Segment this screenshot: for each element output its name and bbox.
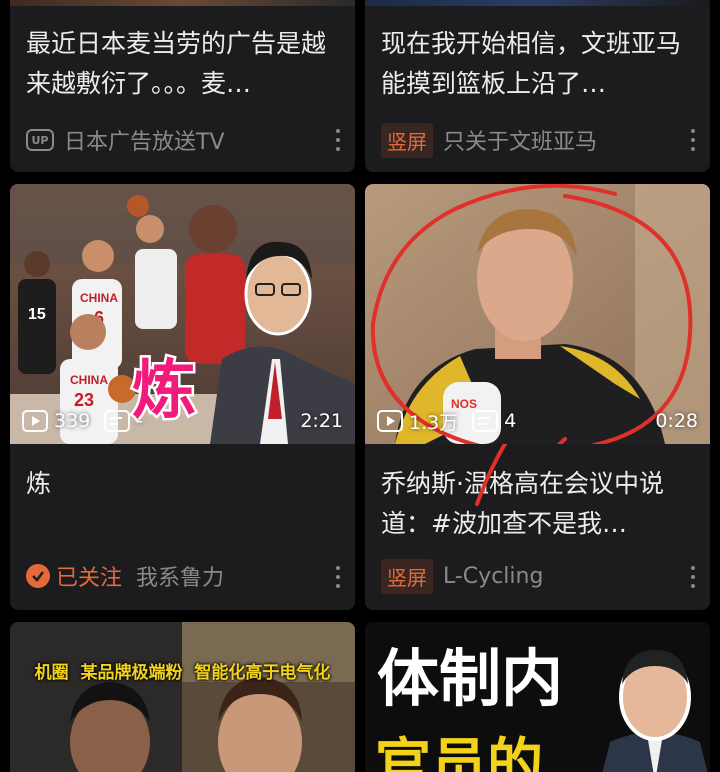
jersey-team: CHINA xyxy=(70,373,108,387)
official-portrait-image xyxy=(602,650,708,772)
basketball-scene-image: 15 CHINA 6 CHINA 23 xyxy=(10,184,355,444)
video-duration: 2:21 xyxy=(300,410,343,432)
author-name[interactable]: 只关于文班亚马 xyxy=(443,124,597,156)
thumbnail-headline: 体制内 xyxy=(377,642,564,715)
video-thumbnail[interactable]: NOS 1.3万 4 0:28 xyxy=(365,184,710,444)
up-badge: UP xyxy=(26,129,54,151)
danmaku-icon xyxy=(104,410,131,432)
video-stats-bar: 339 - 2:21 xyxy=(22,408,343,434)
annotation-tail-overlay xyxy=(475,444,507,506)
video-title[interactable]: 炼 xyxy=(26,464,339,504)
jersey-number: 15 xyxy=(28,306,46,323)
video-thumbnail[interactable] xyxy=(10,0,355,6)
view-count: 1.3万 xyxy=(409,411,459,434)
more-options-icon[interactable] xyxy=(335,129,341,151)
video-card-3[interactable]: 15 CHINA 6 CHINA 23 xyxy=(10,184,355,610)
video-card-1[interactable]: 最近日本麦当劳的广告是越来越敷衍了。。。麦… UP 日本广告放送TV xyxy=(10,0,355,172)
danmaku-icon xyxy=(472,410,499,432)
video-thumbnail[interactable]: 体制内 官员的 xyxy=(365,622,710,772)
author-name[interactable]: 日本广告放送TV xyxy=(64,124,225,156)
video-meta: 竖屏 只关于文班亚马 xyxy=(381,122,702,158)
more-options-icon[interactable] xyxy=(335,566,341,588)
video-meta: UP 日本广告放送TV xyxy=(26,123,347,157)
more-options-icon[interactable] xyxy=(690,129,696,151)
video-card-4[interactable]: NOS 1.3万 4 0:28 乔纳斯·温格高在会议中说道：#波加查不是我… 竖… xyxy=(365,184,710,610)
danmaku-count: - xyxy=(136,410,144,432)
play-count-icon xyxy=(377,410,403,432)
jersey-team: CHINA xyxy=(80,291,118,305)
interview-scene-image: NOS xyxy=(365,184,710,444)
vertical-screen-tag: 竖屏 xyxy=(381,122,433,158)
thumbnail-subheadline: 官员的 xyxy=(375,733,543,772)
followed-check-icon xyxy=(26,564,50,588)
play-count-icon xyxy=(22,410,48,432)
vertical-screen-tag: 竖屏 xyxy=(381,558,433,594)
video-thumbnail[interactable] xyxy=(365,0,710,6)
jersey-number: 23 xyxy=(74,390,94,410)
video-title[interactable]: 最近日本麦当劳的广告是越来越敷衍了。。。麦… xyxy=(26,24,339,104)
more-options-icon[interactable] xyxy=(690,566,696,588)
danmaku-count: 4 xyxy=(504,410,517,432)
video-thumbnail[interactable]: 机圈 某品牌极端粉 智能化高于电气化 xyxy=(10,622,355,772)
video-stats-bar: 1.3万 4 0:28 xyxy=(377,408,698,434)
video-card-6[interactable]: 体制内 官员的 xyxy=(365,622,710,772)
followed-label: 已关注 xyxy=(56,566,123,591)
author-name[interactable]: 我系鲁力 xyxy=(136,560,224,592)
video-duration: 0:28 xyxy=(655,410,698,432)
video-title[interactable]: 现在我开始相信，文班亚马能摸到篮板上沿了… xyxy=(381,24,694,104)
view-count: 339 xyxy=(54,410,91,432)
video-thumbnail[interactable]: 15 CHINA 6 CHINA 23 xyxy=(10,184,355,444)
video-meta: 已关注 我系鲁力 xyxy=(26,559,347,593)
video-caption: 机圈 某品牌极端粉 智能化高于电气化 xyxy=(34,663,331,683)
livestream-scene-image xyxy=(10,622,355,772)
author-name[interactable]: L-Cycling xyxy=(443,564,543,589)
video-card-2[interactable]: 现在我开始相信，文班亚马能摸到篮板上沿了… 竖屏 只关于文班亚马 xyxy=(365,0,710,172)
video-card-5[interactable]: 机圈 某品牌极端粉 智能化高于电气化 xyxy=(10,622,355,772)
video-meta: 竖屏 L-Cycling xyxy=(381,558,702,594)
